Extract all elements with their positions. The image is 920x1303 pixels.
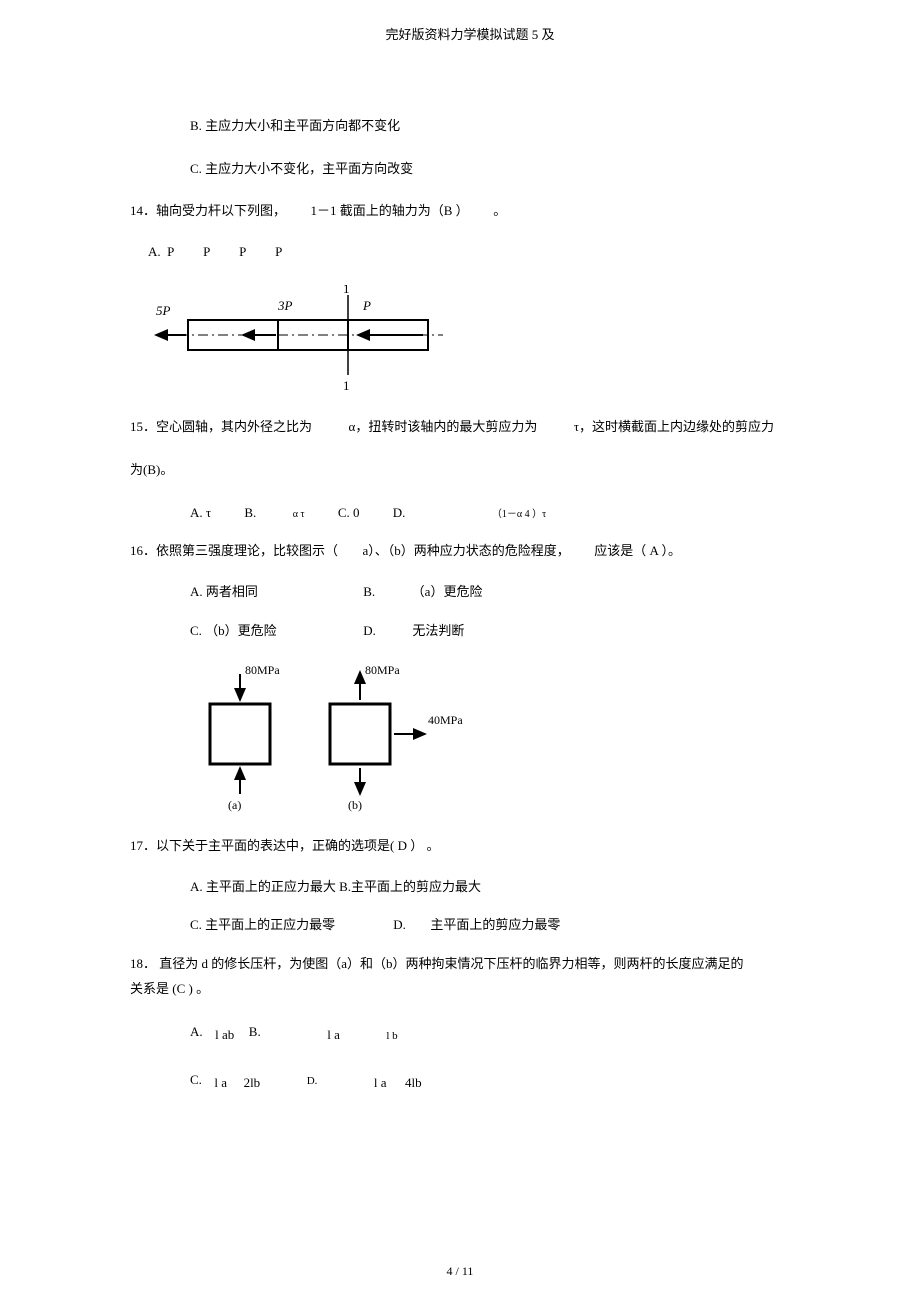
q17-optC: C. 主平面上的正应力最零 bbox=[190, 915, 360, 936]
q18-B: B. bbox=[249, 1024, 261, 1039]
q15-c: τ，这时横截面上内边缘处的剪应力 bbox=[574, 419, 774, 434]
q16-optB: B. （a）更危险 bbox=[363, 582, 482, 603]
q17-stem: 17．以下关于主平面的表达中，正确的选项是( D ） 。 bbox=[130, 836, 810, 857]
page-number: 4 / 11 bbox=[447, 1264, 474, 1278]
q15-b: α，扭转时该轴内的最大剪应力为 bbox=[349, 419, 538, 434]
q15-stem: 15．空心圆轴，其内外径之比为 α，扭转时该轴内的最大剪应力为 τ，这时横截面上… bbox=[130, 417, 810, 438]
fig-b-80: 80MPa bbox=[365, 663, 400, 677]
fig-sect-bot: 1 bbox=[343, 378, 350, 393]
header-title: 完好版资料力学模拟试题 5 及 bbox=[385, 27, 554, 42]
fig-a-label: (a) bbox=[228, 798, 241, 812]
fig-p: P bbox=[362, 298, 371, 313]
q15-optB: B. α τ bbox=[244, 503, 304, 524]
q16-a: 16．依照第三强度理论，比较图示（ bbox=[130, 543, 338, 558]
q15-a: 15．空心圆轴，其内外径之比为 bbox=[130, 419, 312, 434]
q14-stem-b: 1－1 截面上的轴力为（B ） bbox=[311, 203, 469, 218]
q18-C: C. bbox=[190, 1072, 202, 1087]
q18-row2: C. l a 2lb D. l a 4lb bbox=[130, 1070, 810, 1094]
q16-optD: D. 无法判断 bbox=[363, 621, 464, 642]
q18-D: D. bbox=[307, 1075, 318, 1087]
q17-opts1: A. 主平面上的正应力最大 B.主平面上的剪应力最大 bbox=[130, 877, 810, 898]
q14-stem-a: 14．轴向受力杆以下列图， bbox=[130, 203, 286, 218]
q16-opts2: C. （b）更危险 D. 无法判断 bbox=[130, 621, 810, 642]
q18-D-la: l a bbox=[374, 1075, 387, 1090]
q16-stem: 16．依照第三强度理论，比较图示（ a）、（b）两种应力状态的危险程度， 应该是… bbox=[130, 541, 810, 562]
q18-B-la: l a bbox=[327, 1027, 340, 1042]
q18-C-la: l a bbox=[214, 1075, 227, 1090]
q18-row1: A. l ab B. l a l b bbox=[130, 1022, 810, 1046]
fig-sect-top: 1 bbox=[343, 285, 350, 296]
q16-figure: 80MPa (a) 80MPa 40MPa (b) bbox=[130, 654, 810, 814]
q14-stem: 14．轴向受力杆以下列图， 1－1 截面上的轴力为（B ） 。 bbox=[130, 201, 810, 222]
q14-stem-c: 。 bbox=[493, 203, 506, 218]
q18-line1: 18． 直径为 d 的修长压杆，为使图（a）和（b）两种拘束情况下压杆的临界力相… bbox=[130, 954, 810, 975]
q14-figure: 5P 3P P 1 1 bbox=[130, 285, 810, 395]
q18-B-lb: l b bbox=[386, 1030, 397, 1042]
q15-stem2: 为(B)。 bbox=[130, 460, 810, 481]
fig-5p: 5P bbox=[156, 303, 171, 318]
q18-A: A. bbox=[190, 1024, 203, 1039]
q16-b: a）、（b）两种应力状态的危险程度， bbox=[363, 543, 570, 558]
fig-b-label: (b) bbox=[348, 798, 362, 812]
fig-b-40: 40MPa bbox=[428, 713, 463, 727]
q16-optA: A. 两者相同 bbox=[190, 582, 330, 603]
q16-opts1: A. 两者相同 B. （a）更危险 bbox=[130, 582, 810, 603]
doc-header: 完好版资料力学模拟试题 5 及 bbox=[130, 25, 810, 46]
q16-c: 应该是（ A ）。 bbox=[594, 543, 681, 558]
page-footer: 4 / 11 bbox=[0, 1262, 920, 1281]
q18-C-2lb: 2lb bbox=[244, 1075, 261, 1090]
q17-optD: D. 主平面上的剪应力最零 bbox=[393, 915, 560, 936]
stress-state-svg: 80MPa (a) 80MPa 40MPa (b) bbox=[170, 654, 480, 814]
q15-optA: A. τ bbox=[190, 503, 211, 524]
q18-D-4lb: 4lb bbox=[405, 1075, 422, 1090]
q15-optC: C. 0 bbox=[338, 503, 360, 524]
q15-opts: A. τ B. α τ C. 0 D. （1－α 4 ）τ bbox=[130, 503, 810, 524]
fig-a-80: 80MPa bbox=[245, 663, 280, 677]
q13-optB: B. 主应力大小和主平面方向都不变化 bbox=[130, 116, 810, 137]
page-root: 完好版资料力学模拟试题 5 及 B. 主应力大小和主平面方向都不变化 C. 主应… bbox=[0, 0, 920, 1303]
q16-optC: C. （b）更危险 bbox=[190, 621, 330, 642]
axial-bar-svg: 5P 3P P 1 1 bbox=[148, 285, 448, 395]
q14-optA-row: A. P P P P bbox=[130, 242, 810, 263]
q15-optD: D. （1－α 4 ）τ bbox=[393, 503, 546, 524]
q18-A-val: l ab bbox=[215, 1027, 234, 1042]
q17-opts2: C. 主平面上的正应力最零 D. 主平面上的剪应力最零 bbox=[130, 915, 810, 936]
q18-line2: 关系是 (C ) 。 bbox=[130, 979, 810, 1000]
fig-3p: 3P bbox=[277, 298, 293, 313]
q13-optC: C. 主应力大小不变化，主平面方向改变 bbox=[130, 159, 810, 180]
